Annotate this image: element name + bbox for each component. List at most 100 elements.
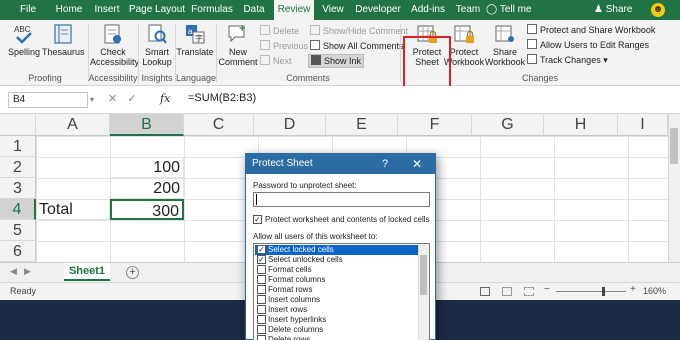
check-accessibility-button[interactable]: Check Accessibility [90,23,139,67]
permission-checkbox[interactable] [257,285,266,294]
new-comment-button[interactable]: + New Comment [218,23,258,67]
permission-item[interactable]: Format columns [255,275,418,285]
svg-text:字: 字 [195,33,203,43]
name-box-dropdown-icon[interactable]: ▾ [90,95,94,104]
next-comment-button[interactable]: Next [260,55,292,67]
permission-checkbox[interactable] [257,325,266,334]
row-header-3[interactable]: 3 [0,178,36,199]
show-hide-comment-button[interactable]: Show/Hide Comment [310,25,408,37]
show-ink-button[interactable]: Show Ink [308,54,365,68]
cell-b2[interactable]: 100 [110,157,184,178]
column-header-d[interactable]: D [254,114,326,136]
tab-data[interactable]: Data [238,0,270,20]
tab-add-ins[interactable]: Add-ins [408,0,448,20]
permission-item[interactable]: Insert rows [255,305,418,315]
confirm-formula-icon[interactable]: ✓ [127,93,146,105]
cell-a4[interactable]: Total [36,199,110,220]
tab-developer[interactable]: Developer [352,0,404,20]
formula-input[interactable]: =SUM(B2:B3) [188,92,256,104]
tab-insert[interactable]: Insert [90,0,124,20]
tell-me-search[interactable]: ◯ Tell me [486,0,532,20]
zoom-out-icon[interactable]: − [544,284,550,295]
translate-button[interactable]: a 字 Translate [176,23,214,57]
column-header-h[interactable]: H [544,114,618,136]
track-changes-dropdown[interactable]: Track Changes ▾ [527,54,608,66]
person-icon: ♟ [594,4,603,15]
insert-function-icon[interactable]: fx [160,92,170,105]
column-header-f[interactable]: F [398,114,472,136]
share-workbook-button[interactable]: Share Workbook [484,23,526,67]
permission-item[interactable]: Format cells [255,265,418,275]
vertical-scroll-thumb[interactable] [670,128,678,164]
permissions-scroll-thumb[interactable] [420,255,427,295]
help-button[interactable]: ? [382,154,388,174]
previous-comment-button[interactable]: Previous [260,40,308,52]
allow-users-edit-ranges-button[interactable]: Allow Users to Edit Ranges [527,39,649,51]
feedback-smiley-icon[interactable]: ☻ [651,3,665,17]
zoom-slider-track[interactable] [556,291,626,292]
permission-item[interactable]: ✓ Select unlocked cells [255,255,418,265]
close-icon[interactable]: ✕ [412,154,422,174]
column-header-b[interactable]: B [110,114,184,136]
protect-worksheet-checkbox[interactable]: ✓ [253,215,262,224]
zoom-level[interactable]: 160% [643,286,666,296]
page-layout-view-icon[interactable] [502,287,512,296]
permission-checkbox[interactable] [257,305,266,314]
protect-and-share-workbook-button[interactable]: Protect and Share Workbook [527,24,655,36]
smart-lookup-button[interactable]: Smart Lookup [140,23,174,67]
zoom-slider-thumb[interactable] [602,287,605,296]
permission-item[interactable]: Insert hyperlinks [255,315,418,325]
permissions-list[interactable]: ✓ Select locked cells ✓ Select unlocked cel… [253,243,430,340]
permission-checkbox[interactable] [257,275,266,284]
column-header-e[interactable]: E [326,114,398,136]
tab-page-layout[interactable]: Page Layout [128,0,186,20]
permission-checkbox[interactable]: ✓ [257,255,266,264]
permission-checkbox[interactable]: ✓ [257,245,266,254]
next-sheet-icon[interactable]: ▶ [24,266,31,277]
tab-review[interactable]: Review [274,0,314,20]
normal-view-icon[interactable] [480,287,490,296]
select-all-corner[interactable] [0,114,36,136]
share-button[interactable]: ♟ Share [594,0,632,20]
permission-item[interactable]: ✓ Select locked cells [255,245,418,255]
add-sheet-icon[interactable]: + [126,266,139,279]
permission-checkbox[interactable] [257,295,266,304]
delete-comment-button[interactable]: Delete [260,25,299,37]
show-all-comments-button[interactable]: Show All Comments [310,40,404,52]
page-break-view-icon[interactable] [524,287,534,296]
column-header-g[interactable]: G [472,114,544,136]
thesaurus-button[interactable]: Thesaurus [42,23,85,57]
name-box[interactable]: B4 [8,92,88,108]
cancel-formula-icon[interactable]: ✕ [108,93,127,105]
tab-file[interactable]: File [14,0,42,20]
column-header-i[interactable]: I [618,114,668,136]
share-workbook-label-2: Workbook [484,57,526,67]
permission-item[interactable]: Format rows [255,285,418,295]
row-header-5[interactable]: 5 [0,220,36,241]
tab-team[interactable]: Team [452,0,484,20]
password-input[interactable] [253,192,430,207]
permission-item[interactable]: Insert columns [255,295,418,305]
zoom-in-icon[interactable]: + [630,284,636,295]
sheet-tab-sheet1[interactable]: Sheet1 [64,263,110,281]
row-header-2[interactable]: 2 [0,157,36,178]
column-header-c[interactable]: C [184,114,254,136]
previous-sheet-icon[interactable]: ◀ [10,266,17,277]
spelling-button[interactable]: ABC Spelling [6,23,42,57]
cell-b3[interactable]: 200 [110,178,184,199]
permission-checkbox[interactable] [257,315,266,324]
column-header-a[interactable]: A [36,114,110,136]
row-header-6[interactable]: 6 [0,241,36,262]
permission-checkbox[interactable] [257,265,266,274]
group-label-language: Language [176,73,217,83]
review-ribbon: ABC Spelling Thesaurus Proofing Check Ac… [0,20,680,93]
permission-checkbox[interactable] [257,335,266,340]
tab-home[interactable]: Home [52,0,86,20]
permission-item[interactable]: Delete columns [255,325,418,335]
row-header-1[interactable]: 1 [0,136,36,157]
tab-view[interactable]: View [318,0,348,20]
permission-item[interactable]: Delete rows [255,335,418,340]
tab-formulas[interactable]: Formulas [190,0,234,20]
cell-b4[interactable]: 300 [110,199,184,220]
row-header-4[interactable]: 4 [0,199,36,220]
